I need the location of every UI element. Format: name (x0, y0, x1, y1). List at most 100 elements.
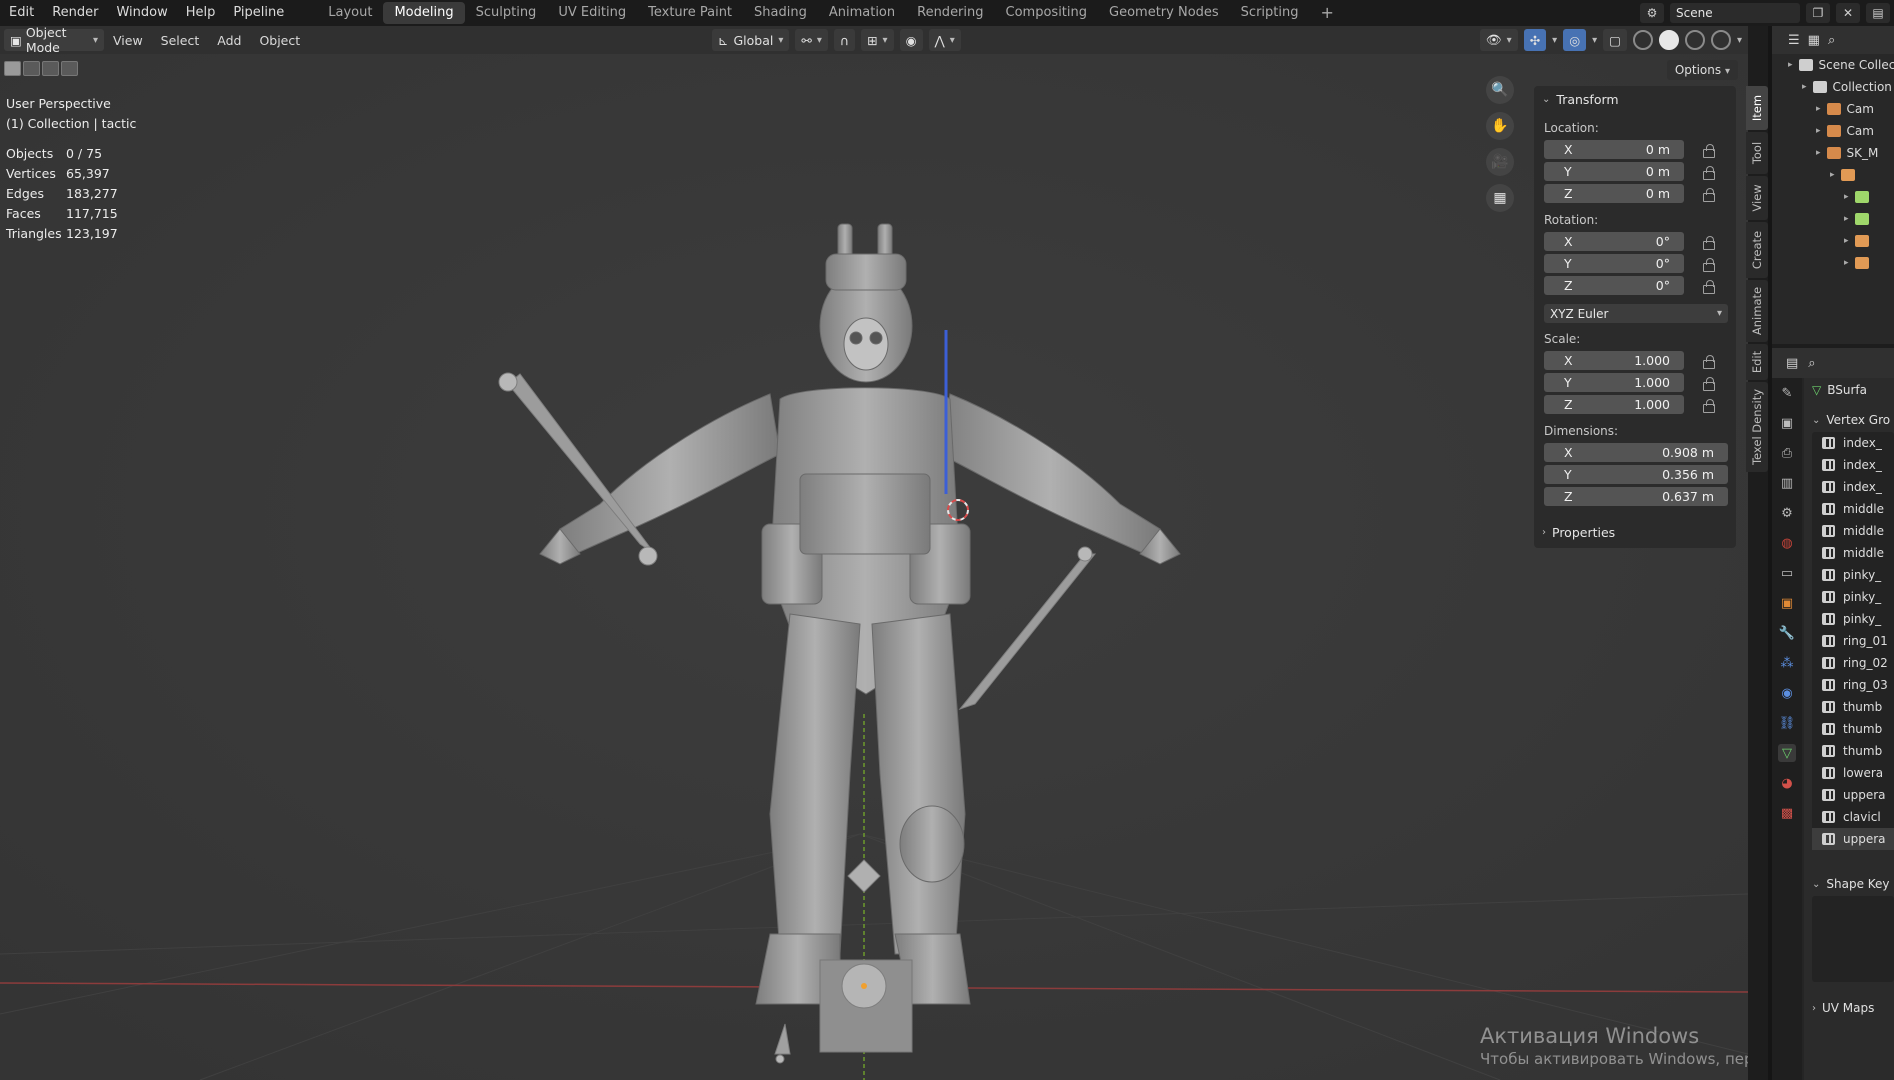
vertex-group-item[interactable]: uppera (1812, 784, 1894, 806)
chevron-down-icon[interactable]: ▾ (1552, 35, 1557, 46)
search-icon[interactable]: ⌕ (1828, 33, 1835, 48)
vertex-group-item[interactable]: middle (1812, 542, 1894, 564)
outliner-row[interactable]: ▸ Collection (1772, 76, 1894, 98)
material-shading-icon[interactable] (1684, 30, 1705, 50)
location-x-field[interactable]: X 0 m (1544, 140, 1684, 159)
overlays-toggle[interactable]: ◎ (1563, 29, 1587, 51)
dimensions-y-field[interactable]: Y 0.356 m (1544, 465, 1728, 484)
menu-object[interactable]: Object (250, 33, 309, 48)
shape-keys-list[interactable] (1812, 896, 1894, 982)
mesh-data-tab-icon[interactable]: ▽ (1778, 744, 1796, 762)
pivot-point-dropdown[interactable]: ⚯ ▾ (795, 29, 828, 51)
rotation-mode-dropdown[interactable]: XYZ Euler ▾ (1544, 304, 1728, 323)
tab-shading[interactable]: Shading (743, 2, 818, 24)
tab-scripting[interactable]: Scripting (1230, 2, 1310, 24)
lock-icon[interactable] (1702, 143, 1715, 158)
location-y-field[interactable]: Y 0 m (1544, 162, 1684, 181)
menu-render[interactable]: Render (43, 0, 107, 26)
lock-icon[interactable] (1702, 354, 1715, 369)
outliner-row[interactable]: ▸ (1772, 252, 1894, 274)
dimensions-x-field[interactable]: X 0.908 m (1544, 443, 1728, 462)
options-dropdown[interactable]: Options ▾ (1666, 60, 1738, 80)
tab-geometry-nodes[interactable]: Geometry Nodes (1098, 2, 1230, 24)
vertex-group-item[interactable]: thumb (1812, 718, 1894, 740)
outliner-row[interactable]: ▸ (1772, 208, 1894, 230)
select-extend-icon[interactable] (23, 61, 40, 76)
view-layer-icon[interactable]: ▤ (1866, 3, 1890, 23)
expand-arrow-icon[interactable]: ▸ (1788, 60, 1793, 70)
tab-compositing[interactable]: Compositing (995, 2, 1099, 24)
tab-create[interactable]: Create (1746, 222, 1768, 278)
gizmo-toggle[interactable]: ✣ (1523, 29, 1547, 51)
display-mode-icon[interactable]: ▦ (1808, 33, 1820, 48)
lock-icon[interactable] (1702, 279, 1715, 294)
xray-toggle[interactable]: ▢ (1603, 29, 1627, 51)
scale-z-field[interactable]: Z 1.000 (1544, 395, 1684, 414)
select-subtract-icon[interactable] (42, 61, 59, 76)
world-tab-icon[interactable]: ◍ (1778, 534, 1796, 552)
tab-modeling[interactable]: Modeling (383, 2, 465, 24)
solid-shading-icon[interactable] (1658, 30, 1679, 50)
expand-arrow-icon[interactable]: ▸ (1844, 214, 1849, 224)
menu-view[interactable]: View (104, 33, 152, 48)
expand-arrow-icon[interactable]: ▸ (1816, 148, 1821, 158)
vertex-group-item[interactable]: middle (1812, 498, 1894, 520)
view-layer-tab-icon[interactable]: ▥ (1778, 474, 1796, 492)
properties-header[interactable]: › Properties (1534, 519, 1736, 545)
shape-keys-header[interactable]: ⌄ Shape Key (1804, 872, 1894, 896)
vertex-group-item[interactable]: clavicl (1812, 806, 1894, 828)
render-tab-icon[interactable]: ▣ (1778, 414, 1796, 432)
tab-animation[interactable]: Animation (818, 2, 906, 24)
expand-arrow-icon[interactable]: ▸ (1844, 236, 1849, 246)
outliner-row[interactable]: ▸ Scene Collec (1772, 54, 1894, 76)
material-tab-icon[interactable]: ◕ (1778, 774, 1796, 792)
expand-arrow-icon[interactable]: ▸ (1802, 82, 1807, 92)
editor-type-icon[interactable]: ▤ (1786, 356, 1798, 371)
tab-animate[interactable]: Animate (1746, 280, 1768, 342)
output-tab-icon[interactable]: ⎙ (1778, 444, 1796, 462)
vertex-group-item[interactable]: uppera (1812, 828, 1894, 850)
search-icon[interactable]: ⌕ (1808, 356, 1815, 371)
perspective-toggle-icon[interactable]: ▦ (1486, 184, 1514, 212)
tab-sculpting[interactable]: Sculpting (465, 2, 548, 24)
vertex-group-item[interactable]: thumb (1812, 696, 1894, 718)
object-tab-icon[interactable]: ▣ (1778, 594, 1796, 612)
chevron-down-icon[interactable]: ▾ (1592, 35, 1597, 46)
tab-rendering[interactable]: Rendering (906, 2, 994, 24)
tab-tool[interactable]: Tool (1746, 132, 1768, 174)
visibility-dropdown[interactable]: 👁 ▾ (1479, 29, 1518, 51)
editor-type-icon[interactable]: ☰ (1788, 33, 1800, 48)
texture-tab-icon[interactable]: ▩ (1778, 804, 1796, 822)
select-new-icon[interactable] (4, 61, 21, 76)
falloff-dropdown[interactable]: ⋀ ▾ (928, 29, 961, 51)
vertex-group-item[interactable]: pinky_ (1812, 564, 1894, 586)
tool-tab-icon[interactable]: ✎ (1778, 384, 1796, 402)
vertex-group-item[interactable]: pinky_ (1812, 586, 1894, 608)
proportional-edit-toggle[interactable]: ◉ (899, 29, 923, 51)
dimensions-z-field[interactable]: Z 0.637 m (1544, 487, 1728, 506)
scale-y-field[interactable]: Y 1.000 (1544, 373, 1684, 392)
vertex-group-item[interactable]: ring_02 (1812, 652, 1894, 674)
transform-orientation-dropdown[interactable]: ⊾ Global ▾ (712, 29, 790, 51)
vertex-group-item[interactable]: middle (1812, 520, 1894, 542)
vertex-group-item[interactable]: lowera (1812, 762, 1894, 784)
delete-scene-icon[interactable]: ✕ (1836, 3, 1860, 23)
modifier-tab-icon[interactable]: 🔧 (1778, 624, 1796, 642)
snap-target-dropdown[interactable]: ⊞ ▾ (861, 29, 894, 51)
expand-arrow-icon[interactable]: ▸ (1830, 170, 1835, 180)
outliner-row[interactable]: ▸ Cam (1772, 120, 1894, 142)
tab-layout[interactable]: Layout (317, 2, 383, 24)
transform-header[interactable]: ⌄ Transform (1534, 86, 1736, 112)
snap-toggle[interactable]: ∩ (833, 29, 856, 51)
lock-icon[interactable] (1702, 398, 1715, 413)
vertex-group-item[interactable]: ring_01 (1812, 630, 1894, 652)
outliner-row[interactable]: ▸ Cam (1772, 98, 1894, 120)
vertex-group-item[interactable]: thumb (1812, 740, 1894, 762)
location-z-field[interactable]: Z 0 m (1544, 184, 1684, 203)
physics-tab-icon[interactable]: ◉ (1778, 684, 1796, 702)
vertex-groups-header[interactable]: ⌄ Vertex Gro (1804, 408, 1894, 432)
vertex-group-item[interactable]: index_ (1812, 454, 1894, 476)
uv-maps-header[interactable]: › UV Maps (1804, 996, 1894, 1020)
constraints-tab-icon[interactable]: ⛓ (1778, 714, 1796, 732)
add-workspace-button[interactable]: + (1309, 2, 1344, 24)
